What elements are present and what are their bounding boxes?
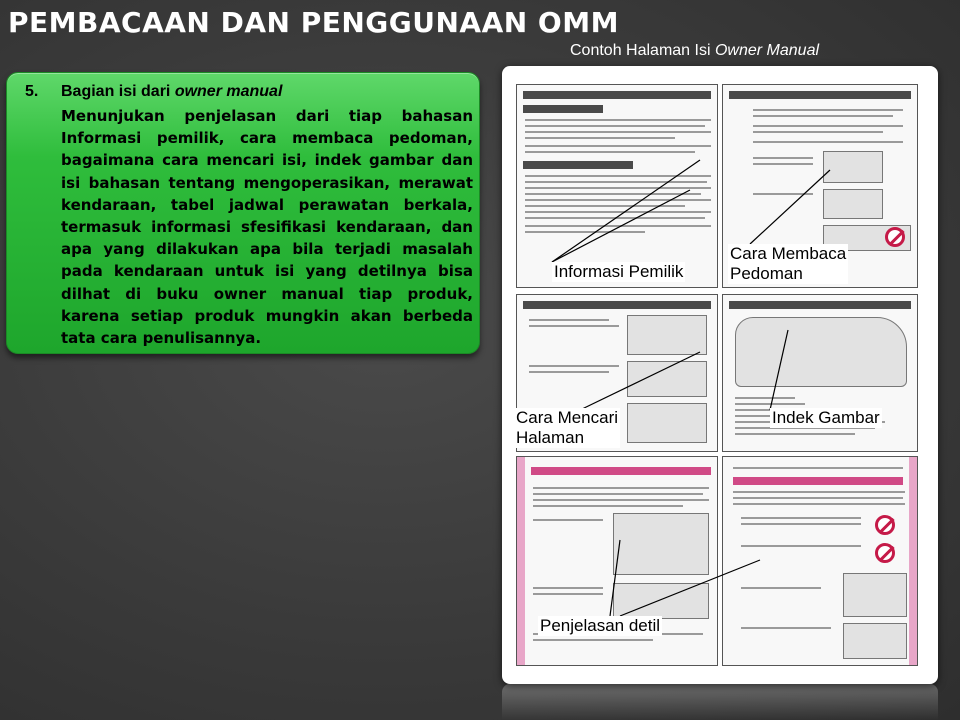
text-line bbox=[525, 193, 701, 195]
text-line bbox=[525, 217, 705, 219]
text-line bbox=[753, 109, 903, 111]
text-line bbox=[741, 627, 831, 629]
manual-page-indeks bbox=[722, 294, 918, 452]
page-header-bar bbox=[531, 467, 711, 475]
callout-indek-gambar: Indek Gambar bbox=[770, 408, 882, 428]
text-line bbox=[525, 145, 711, 147]
slide-title: PEMBACAAN DAN PENGGUNAAN OMM bbox=[8, 6, 619, 39]
text-line bbox=[753, 163, 813, 165]
callout-informasi-pemilik: Informasi Pemilik bbox=[552, 262, 686, 282]
illustration bbox=[843, 623, 907, 659]
text-line bbox=[733, 491, 905, 493]
text-line bbox=[533, 587, 603, 589]
frame-reflection bbox=[502, 684, 938, 720]
item-number: 5. bbox=[25, 83, 39, 100]
illustration bbox=[823, 151, 883, 183]
text-line bbox=[525, 199, 711, 201]
text-line bbox=[525, 175, 711, 177]
text-line bbox=[529, 371, 609, 373]
section-bar bbox=[523, 161, 633, 169]
manual-page-informasi bbox=[516, 84, 718, 288]
heading-italic: owner manual bbox=[174, 83, 283, 100]
text-line bbox=[525, 125, 705, 127]
text-line bbox=[733, 503, 905, 505]
callout-cara-membaca: Cara Membaca Pedoman bbox=[728, 244, 849, 284]
description-box: 5. Bagian isi dari owner manual Menunjuk… bbox=[6, 72, 480, 354]
warning-header-bar bbox=[733, 477, 903, 485]
text-line bbox=[735, 397, 795, 399]
text-line bbox=[525, 225, 711, 227]
pink-edge-stripe bbox=[517, 457, 525, 665]
subtitle-prefix: Contoh Halaman Isi bbox=[570, 42, 715, 59]
text-line bbox=[533, 499, 709, 501]
text-line bbox=[753, 125, 903, 127]
prohibition-icon bbox=[875, 543, 895, 563]
text-line bbox=[529, 365, 619, 367]
callout-line-1: Cara Membaca bbox=[730, 244, 847, 263]
item-paragraph: Menunjukan penjelasan dari tiap bahasan … bbox=[61, 107, 473, 348]
manual-sample-frame bbox=[502, 66, 938, 684]
slide-subtitle: Contoh Halaman Isi Owner Manual bbox=[570, 42, 819, 60]
pink-edge-stripe bbox=[909, 457, 917, 665]
illustration bbox=[613, 513, 709, 575]
text-line bbox=[735, 403, 805, 405]
text-line bbox=[753, 141, 903, 143]
callout-line-1: Cara Mencari bbox=[516, 408, 619, 427]
callout-penjelasan-detil: Penjelasan detil bbox=[538, 616, 663, 636]
text-line bbox=[741, 587, 821, 589]
text-line bbox=[525, 181, 707, 183]
illustration bbox=[627, 361, 707, 397]
text-line bbox=[733, 467, 903, 469]
text-line bbox=[741, 517, 861, 519]
callout-cara-mencari: Cara Mencari Halaman bbox=[514, 408, 621, 448]
section-bar bbox=[523, 105, 603, 113]
callout-line-2: Halaman bbox=[516, 428, 585, 447]
text-line bbox=[525, 205, 685, 207]
text-line bbox=[741, 545, 861, 547]
text-line bbox=[525, 211, 711, 213]
page-header-bar bbox=[523, 301, 711, 309]
page-header-bar bbox=[523, 91, 711, 99]
text-line bbox=[525, 137, 675, 139]
illustration bbox=[613, 583, 709, 619]
text-line bbox=[533, 519, 603, 521]
subtitle-italic: Owner Manual bbox=[714, 42, 820, 59]
page-header-bar bbox=[729, 301, 911, 309]
text-line bbox=[525, 231, 645, 233]
prohibition-icon bbox=[885, 227, 905, 247]
text-line bbox=[525, 131, 711, 133]
text-line bbox=[529, 319, 609, 321]
vehicle-illustration bbox=[735, 317, 907, 387]
item-heading: Bagian isi dari owner manual bbox=[61, 83, 282, 101]
prohibition-icon bbox=[875, 515, 895, 535]
illustration bbox=[627, 403, 707, 443]
illustration bbox=[627, 315, 707, 355]
text-line bbox=[525, 151, 695, 153]
text-line bbox=[753, 193, 813, 195]
text-line bbox=[533, 639, 653, 641]
text-line bbox=[533, 493, 703, 495]
text-line bbox=[529, 325, 619, 327]
text-line bbox=[735, 433, 855, 435]
text-line bbox=[741, 523, 861, 525]
illustration bbox=[843, 573, 907, 617]
manual-page-detil-kanan bbox=[722, 456, 918, 666]
callout-line-2: Pedoman bbox=[730, 264, 803, 283]
text-line bbox=[753, 131, 883, 133]
text-line bbox=[533, 593, 603, 595]
text-line bbox=[533, 505, 683, 507]
text-line bbox=[753, 115, 893, 117]
text-line bbox=[525, 119, 711, 121]
text-line bbox=[525, 187, 711, 189]
text-line bbox=[753, 157, 813, 159]
text-line bbox=[533, 487, 709, 489]
heading-prefix: Bagian isi dari bbox=[61, 83, 175, 100]
text-line bbox=[733, 497, 903, 499]
illustration bbox=[823, 189, 883, 219]
page-header-bar bbox=[729, 91, 911, 99]
